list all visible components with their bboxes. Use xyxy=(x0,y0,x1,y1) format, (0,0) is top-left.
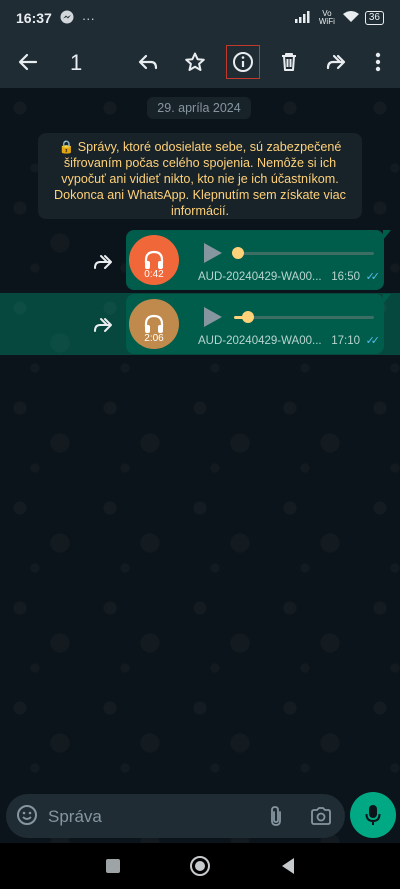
audio-progress-track[interactable] xyxy=(232,247,374,259)
system-back-icon[interactable] xyxy=(282,858,294,874)
audio-progress-knob[interactable] xyxy=(232,247,244,259)
status-more: ··· xyxy=(81,10,95,26)
audio-avatar: 0:42 xyxy=(129,235,179,285)
camera-icon[interactable] xyxy=(310,806,332,831)
message-time: 17:10 xyxy=(331,335,360,347)
forward-message-icon[interactable] xyxy=(90,252,116,272)
home-icon[interactable] xyxy=(190,856,210,876)
recents-icon[interactable] xyxy=(106,859,120,873)
mic-icon xyxy=(365,805,381,825)
info-icon[interactable] xyxy=(226,45,260,79)
status-right: Vo WiFi 36 xyxy=(294,9,384,26)
selected-count: 1 xyxy=(70,50,83,75)
audio-duration: 2:06 xyxy=(144,333,164,344)
wifi-icon xyxy=(342,10,359,26)
selection-toolbar: 1 xyxy=(0,36,400,88)
battery-icon: 36 xyxy=(364,11,384,25)
audio-filename: AUD-20240429-WA00... xyxy=(198,335,322,347)
read-ticks-icon: ✓✓ xyxy=(365,335,381,347)
messenger-icon xyxy=(60,10,74,27)
status-bar: 16:37 ··· Vo WiFi 36 xyxy=(0,0,400,36)
headphones-icon xyxy=(144,250,164,269)
audio-progress-knob[interactable] xyxy=(242,311,254,323)
read-ticks-icon: ✓✓ xyxy=(365,271,381,283)
date-chip: 29. apríla 2024 xyxy=(147,97,251,119)
delete-icon[interactable] xyxy=(273,46,305,78)
forward-icon[interactable] xyxy=(320,46,352,78)
encryption-notice[interactable]: 🔒 Správy, ktoré odosielate sebe, sú zabe… xyxy=(38,133,362,219)
reply-icon[interactable] xyxy=(132,46,164,78)
voice-message-bubble[interactable]: 2:06 AUD-20240429-WA00... 17:10 ✓✓ xyxy=(126,294,391,354)
audio-duration: 0:42 xyxy=(144,269,164,280)
emoji-icon[interactable] xyxy=(16,804,38,831)
play-icon[interactable] xyxy=(204,307,222,327)
audio-progress-track[interactable] xyxy=(234,311,374,323)
star-icon[interactable] xyxy=(179,46,211,78)
play-icon[interactable] xyxy=(204,243,222,263)
more-vert-icon[interactable] xyxy=(362,46,394,78)
status-time: 16:37 xyxy=(16,10,52,26)
attach-icon[interactable] xyxy=(268,805,284,832)
message-time: 16:50 xyxy=(331,271,360,283)
audio-filename: AUD-20240429-WA00... xyxy=(198,271,322,283)
system-nav-bar xyxy=(0,843,400,889)
headphones-icon xyxy=(144,314,164,333)
back-arrow-icon[interactable] xyxy=(12,46,44,78)
vowifi-label: Vo WiFi xyxy=(318,9,335,26)
signal-icon xyxy=(294,10,311,26)
message-composer[interactable]: Správa xyxy=(6,794,345,838)
voice-message-bubble[interactable]: 0:42 AUD-20240429-WA00... 16:50 ✓✓ xyxy=(126,230,391,290)
forward-message-icon[interactable] xyxy=(90,315,116,335)
mic-button[interactable] xyxy=(350,792,396,838)
message-input[interactable]: Správa xyxy=(48,807,102,827)
audio-avatar: 2:06 xyxy=(129,299,179,349)
